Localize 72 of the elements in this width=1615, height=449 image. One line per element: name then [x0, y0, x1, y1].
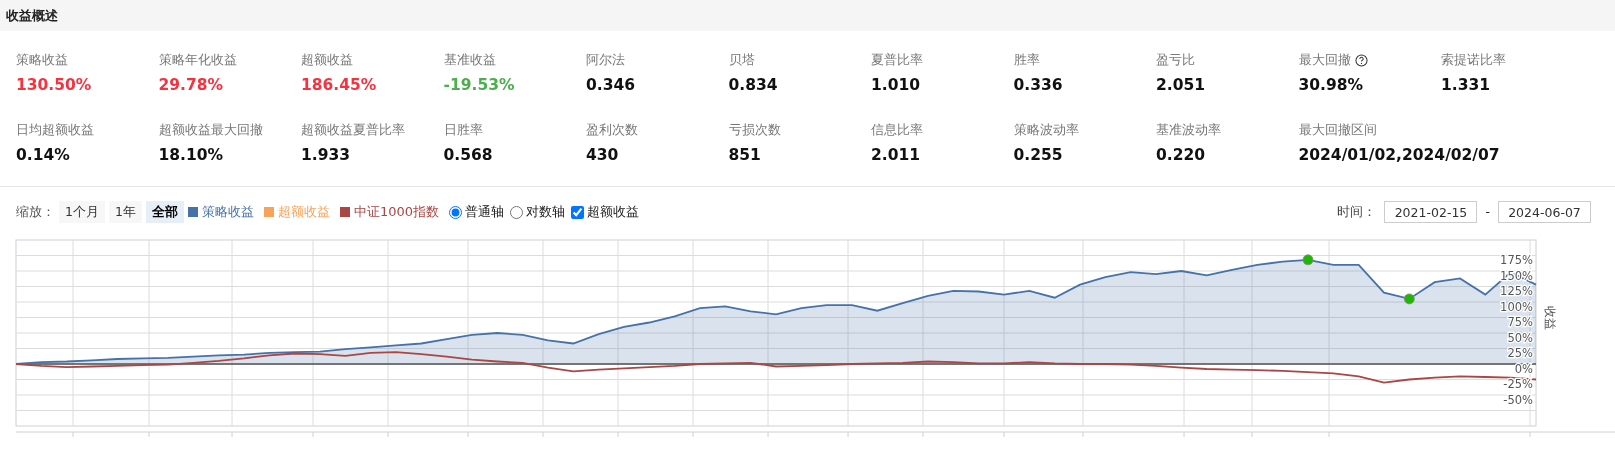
marker-dot [1403, 293, 1415, 305]
metric-value: 130.50% [16, 74, 92, 96]
metric-value: 0.255 [1013, 144, 1063, 166]
metric-value: 29.78% [158, 74, 224, 96]
metric-value: 2.051 [1156, 74, 1206, 96]
metric-label: 超额收益 [301, 51, 353, 69]
metric-value: 1.010 [871, 74, 921, 96]
metric-label: 盈利次数 [586, 121, 638, 139]
metric-value: 0.14% [16, 144, 70, 166]
metric-value: 0.220 [1156, 144, 1206, 166]
help-icon[interactable] [1354, 53, 1368, 67]
y-tick-label: -50% [1503, 392, 1533, 407]
metric-label: 超额收益夏普比率 [301, 121, 405, 139]
axis-radio[interactable] [449, 205, 462, 219]
y-axis-title: 收益 [1543, 305, 1557, 330]
date-field[interactable]: 2024-06-07 [1498, 201, 1591, 223]
axis-radio[interactable] [510, 205, 523, 219]
time-label: 时间： [1337, 202, 1377, 221]
metric-value: 0.336 [1013, 74, 1063, 96]
metric-value: 430 [586, 144, 619, 166]
date-separator: - [1485, 202, 1490, 221]
metric-label: 超额收益最大回撤 [158, 121, 263, 139]
metric-label: 夏普比率 [871, 51, 923, 69]
zoom-button[interactable]: 全部 [145, 200, 184, 224]
excess-checkbox[interactable] [571, 205, 584, 219]
legend-item[interactable]: 策略收益 [201, 202, 254, 222]
metric-value: 0.568 [443, 144, 493, 166]
metric-label: 亏损次数 [728, 121, 781, 139]
y-tick-label: -25% [1503, 377, 1533, 391]
y-tick-label: 0% [1514, 361, 1533, 376]
y-tick-label: 175% [1500, 253, 1533, 267]
metric-label: 索提诺比率 [1441, 51, 1506, 69]
metric-label: 阿尔法 [586, 51, 625, 69]
metric-value: -19.53% [443, 74, 515, 96]
metric-label: 策略收益 [16, 51, 68, 69]
metric-label: 策略波动率 [1013, 121, 1079, 139]
metric-value: 186.45% [301, 74, 377, 96]
metric-label: 策略年化收益 [158, 51, 237, 69]
metric-value: 0.346 [586, 74, 636, 96]
legend-item[interactable]: 中证1000指数 [353, 202, 439, 222]
metric-label: 胜率 [1013, 51, 1040, 69]
checkbox-label: 超额收益 [587, 203, 639, 222]
marker-dot [1302, 254, 1314, 266]
metric-value: 2024/01/02,2024/02/07 [1298, 144, 1500, 166]
section-title: 收益概述 [6, 6, 58, 25]
zoom-button[interactable]: 1个月 [59, 200, 105, 224]
y-tick-label: 25% [1507, 346, 1533, 360]
metric-value: 30.98% [1298, 74, 1364, 96]
y-tick-label: 100% [1500, 299, 1533, 314]
metric-value: 2.011 [871, 144, 921, 166]
metric-value: 851 [728, 144, 761, 166]
metric-label: 最大回撤 [1298, 51, 1351, 69]
metric-label: 基准收益 [443, 51, 496, 69]
date-field[interactable]: 2021-02-15 [1384, 201, 1478, 223]
metric-label: 基准波动率 [1156, 121, 1221, 139]
y-tick-label: 125% [1500, 284, 1533, 298]
metric-value: 0.834 [728, 74, 778, 96]
metric-value: 1.933 [301, 144, 351, 166]
metric-label: 信息比率 [871, 121, 923, 139]
y-tick-label: 75% [1507, 315, 1533, 329]
metric-label: 贝塔 [728, 51, 755, 69]
metric-label: 最大回撤区间 [1298, 121, 1377, 139]
radio-label: 普通轴 [465, 203, 504, 222]
metric-label: 盈亏比 [1156, 51, 1195, 69]
zoom-button[interactable]: 1年 [108, 200, 142, 224]
metric-value: 18.10% [158, 144, 224, 166]
y-tick-label: 50% [1507, 330, 1533, 345]
radio-label: 对数轴 [526, 203, 565, 222]
metric-label: 日胜率 [443, 121, 483, 139]
metric-label: 日均超额收益 [16, 121, 94, 139]
metric-value: 1.331 [1441, 74, 1491, 96]
zoom-label: 缩放： [16, 202, 55, 221]
